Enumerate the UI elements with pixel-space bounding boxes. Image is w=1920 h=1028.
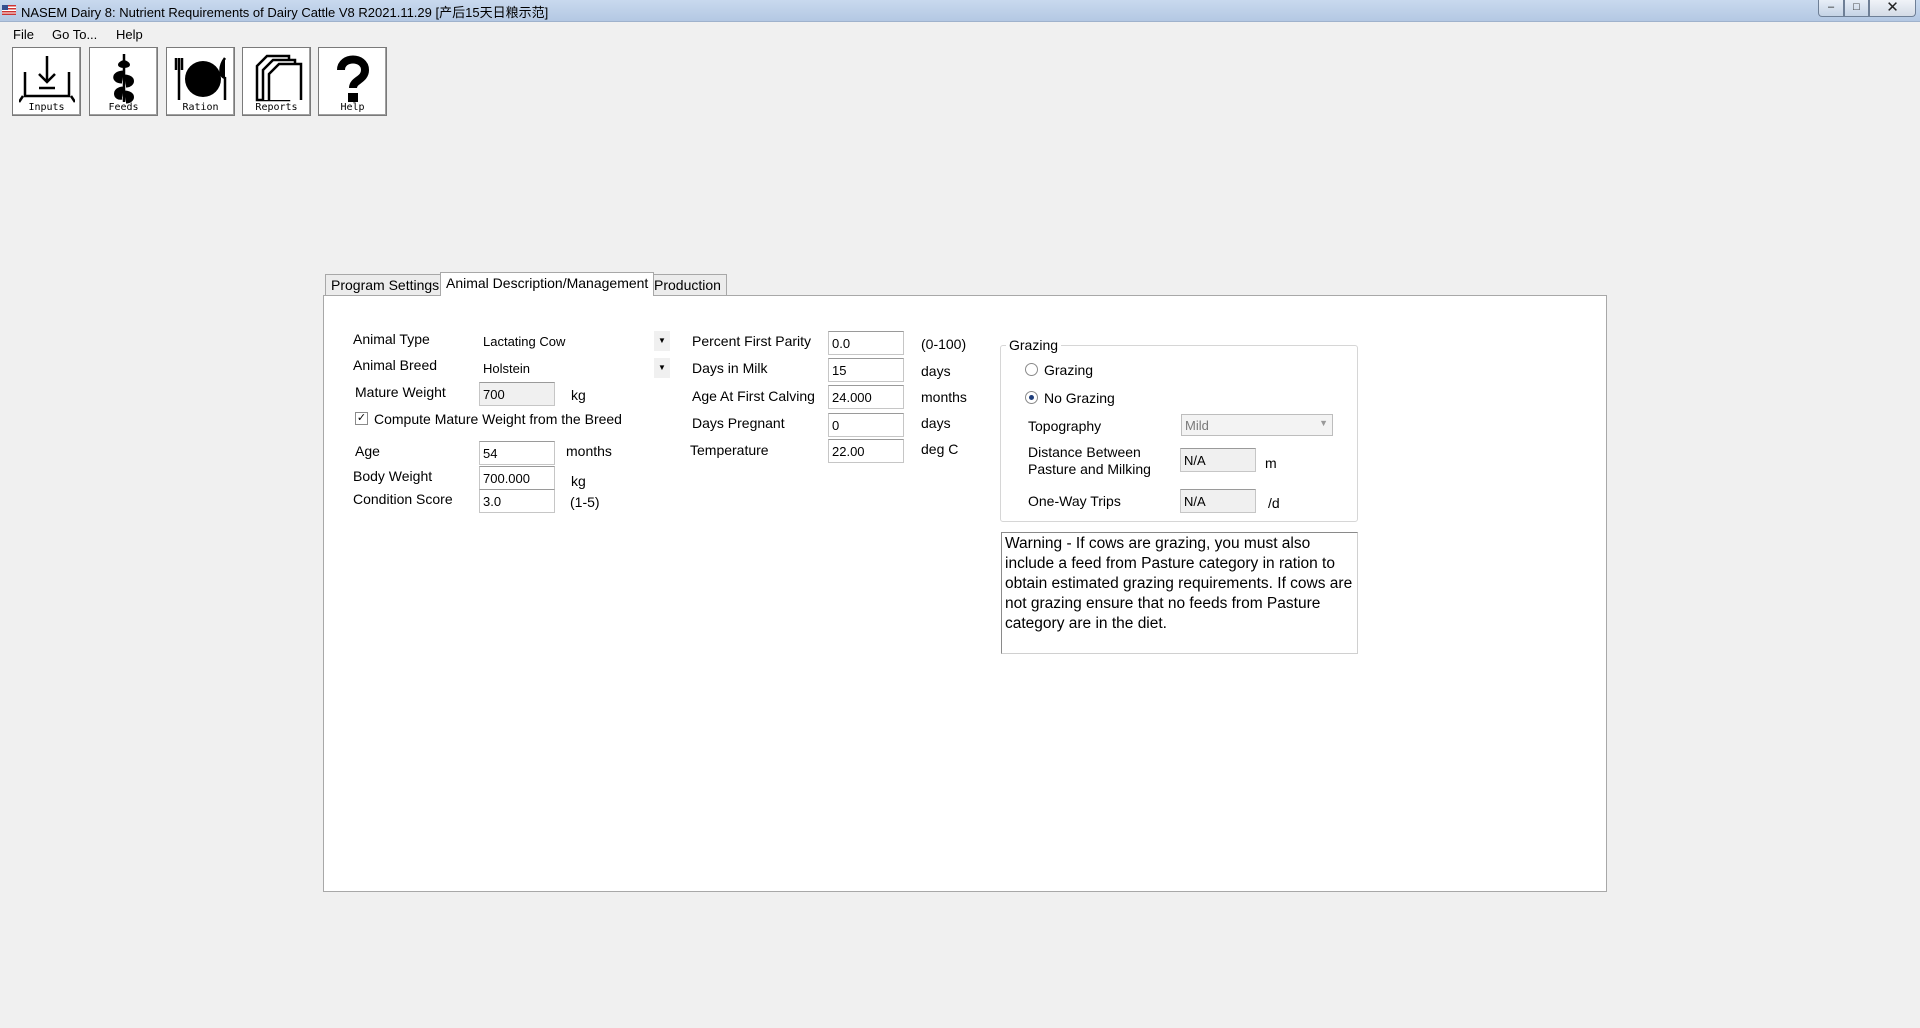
compute-mature-weight-label: Compute Mature Weight from the Breed bbox=[374, 411, 622, 427]
age-field[interactable]: 54 bbox=[479, 441, 555, 465]
menu-file[interactable]: File bbox=[13, 27, 34, 42]
distance-unit: m bbox=[1265, 455, 1277, 471]
one-way-trips-unit: /d bbox=[1268, 495, 1280, 511]
menu-go-to[interactable]: Go To... bbox=[52, 27, 97, 42]
help-button[interactable]: Help bbox=[318, 47, 387, 116]
menu-bar: File Go To... Help bbox=[0, 23, 1920, 45]
feeds-icon bbox=[113, 54, 134, 104]
ration-button[interactable]: Ration bbox=[166, 47, 235, 116]
mature-weight-unit: kg bbox=[571, 387, 586, 403]
topography-label: Topography bbox=[1028, 418, 1102, 434]
percent-first-parity-label: Percent First Parity bbox=[692, 333, 812, 349]
inputs-button[interactable]: Inputs bbox=[12, 47, 81, 116]
age-first-calving-unit: months bbox=[921, 389, 967, 405]
animal-type-dropdown-icon[interactable]: ▼ bbox=[654, 331, 670, 351]
menu-help[interactable]: Help bbox=[116, 27, 143, 42]
topography-select[interactable]: Mild ▼ bbox=[1181, 414, 1333, 436]
condition-score-label: Condition Score bbox=[353, 491, 453, 507]
body-weight-label: Body Weight bbox=[353, 468, 433, 484]
animal-type-select[interactable]: Lactating Cow bbox=[483, 334, 565, 349]
one-way-trips-label: One-Way Trips bbox=[1028, 493, 1121, 509]
age-first-calving-field[interactable]: 24.000 bbox=[828, 385, 904, 409]
help-label: Help bbox=[340, 102, 365, 113]
body-weight-unit: kg bbox=[571, 473, 586, 489]
help-icon bbox=[337, 55, 370, 102]
distance-label-line1: Distance Between bbox=[1028, 444, 1141, 460]
no-grazing-radio[interactable] bbox=[1025, 391, 1038, 404]
inputs-icon bbox=[19, 56, 75, 103]
reports-label: Reports bbox=[255, 102, 298, 113]
body-weight-field[interactable]: 700.000 bbox=[479, 466, 555, 490]
days-in-milk-unit: days bbox=[921, 363, 951, 379]
age-label: Age bbox=[355, 443, 380, 459]
grazing-radio-label: Grazing bbox=[1044, 362, 1094, 378]
animal-breed-dropdown-icon[interactable]: ▼ bbox=[654, 358, 670, 378]
mature-weight-field[interactable]: 700 bbox=[479, 382, 555, 406]
close-button[interactable]: ✕ bbox=[1869, 0, 1916, 17]
one-way-trips-field[interactable]: N/A bbox=[1180, 489, 1256, 513]
warning-text: Warning - If cows are grazing, you must … bbox=[1001, 532, 1358, 654]
reports-button[interactable]: Reports bbox=[242, 47, 311, 116]
condition-score-field[interactable]: 3.0 bbox=[479, 489, 555, 513]
temperature-label: Temperature bbox=[690, 442, 769, 458]
grazing-radio[interactable] bbox=[1025, 363, 1038, 376]
days-in-milk-field[interactable]: 15 bbox=[828, 358, 904, 382]
title-bar: NASEM Dairy 8: Nutrient Requirements of … bbox=[0, 0, 1920, 22]
age-first-calving-label: Age At First Calving bbox=[692, 388, 815, 404]
feeds-label: Feeds bbox=[108, 102, 139, 113]
window-title: NASEM Dairy 8: Nutrient Requirements of … bbox=[21, 5, 549, 20]
minimize-button[interactable]: – bbox=[1818, 0, 1844, 17]
compute-mature-weight-checkbox[interactable]: ✓ bbox=[355, 412, 368, 425]
tab-program-settings[interactable]: Program Settings bbox=[325, 274, 446, 295]
feeds-button[interactable]: Feeds bbox=[89, 47, 158, 116]
maximize-button[interactable]: □ bbox=[1844, 0, 1869, 17]
distance-field[interactable]: N/A bbox=[1180, 448, 1256, 472]
days-pregnant-unit: days bbox=[921, 415, 951, 431]
animal-type-label: Animal Type bbox=[353, 331, 430, 347]
days-pregnant-field[interactable]: 0 bbox=[828, 413, 904, 437]
mature-weight-label: Mature Weight bbox=[355, 384, 446, 400]
age-unit: months bbox=[566, 443, 612, 459]
grazing-legend: Grazing bbox=[1006, 337, 1062, 353]
percent-first-parity-unit: (0-100) bbox=[921, 336, 967, 352]
temperature-field[interactable]: 22.00 bbox=[828, 439, 904, 463]
temperature-unit: deg C bbox=[921, 441, 959, 457]
inputs-label: Inputs bbox=[28, 102, 65, 113]
condition-score-unit: (1-5) bbox=[570, 494, 600, 510]
distance-label-line2: Pasture and Milking bbox=[1028, 461, 1151, 477]
reports-icon bbox=[255, 54, 303, 102]
ration-icon bbox=[174, 57, 227, 100]
days-pregnant-label: Days Pregnant bbox=[692, 415, 785, 431]
chevron-down-icon: ▼ bbox=[1319, 418, 1328, 428]
no-grazing-radio-label: No Grazing bbox=[1044, 390, 1115, 406]
days-in-milk-label: Days in Milk bbox=[692, 360, 768, 376]
ration-label: Ration bbox=[182, 102, 219, 113]
animal-breed-select[interactable]: Holstein bbox=[483, 361, 530, 376]
percent-first-parity-field[interactable]: 0.0 bbox=[828, 331, 904, 355]
animal-breed-label: Animal Breed bbox=[353, 357, 438, 373]
topography-value: Mild bbox=[1185, 418, 1209, 433]
tab-animal-description[interactable]: Animal Description/Management bbox=[440, 272, 655, 296]
tab-production[interactable]: Production bbox=[648, 274, 727, 295]
us-flag-icon bbox=[2, 5, 16, 15]
